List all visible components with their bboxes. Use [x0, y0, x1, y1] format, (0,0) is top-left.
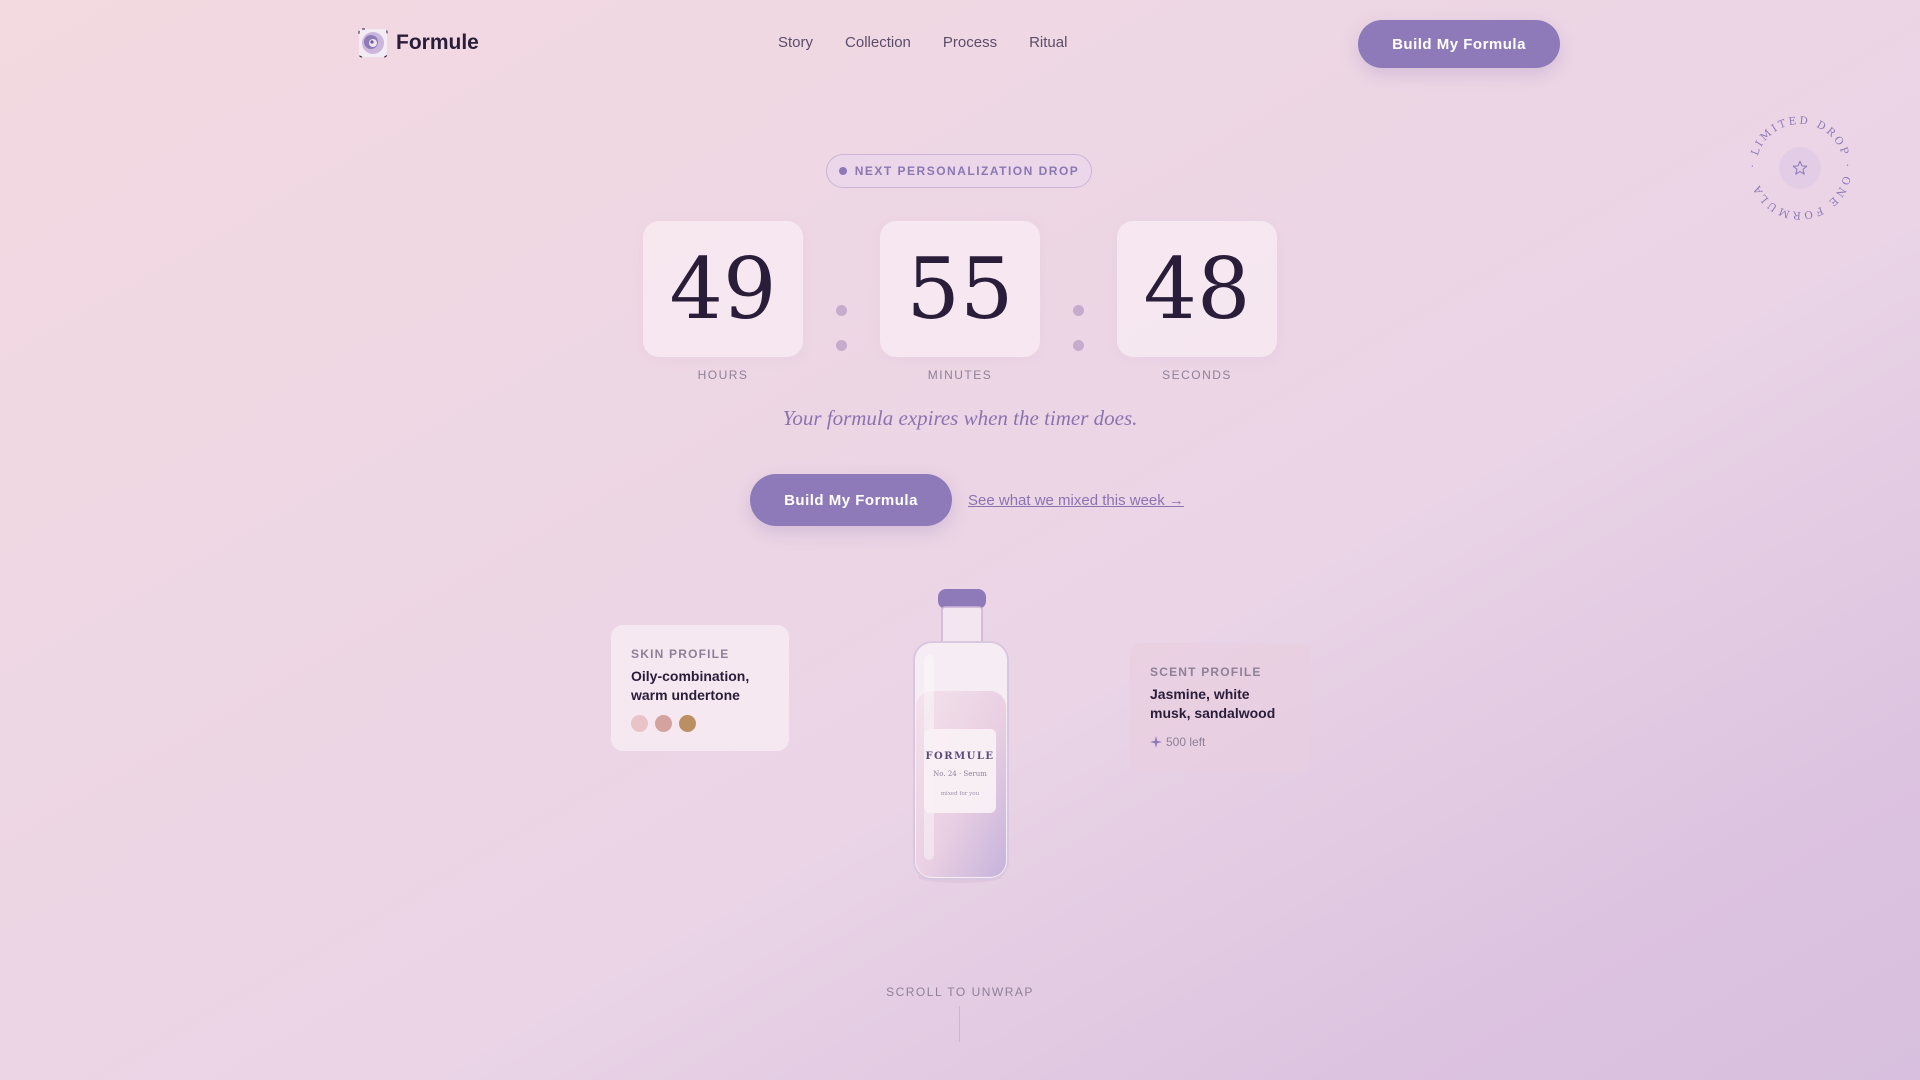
scent-profile-card: SCENT PROFILE Jasmine, white musk, sanda… — [1130, 643, 1310, 773]
hero-tagline: Your formula expires when the timer does… — [782, 406, 1138, 430]
skin-profile-card: SKIN PROFILE Oily-combination, warm unde… — [611, 625, 789, 751]
brand-logo[interactable]: Formule — [358, 28, 479, 58]
timer-hours-box: 49 — [643, 221, 803, 357]
skin-profile-line: warm undertone — [631, 687, 740, 703]
skin-profile-line: Oily-combination, — [631, 668, 750, 684]
scent-profile-label: SCENT PROFILE — [1150, 665, 1262, 679]
serum-bottle-illustration: FORMULE No. 24 · Serum mixed for you — [913, 589, 1009, 883]
skin-tone-swatches — [631, 715, 769, 732]
timer-minutes-box: 55 — [880, 221, 1040, 357]
timer-separator-dot — [1073, 305, 1084, 316]
timer-minutes-value: 55 — [906, 240, 1014, 338]
logo-mark-icon — [358, 28, 388, 58]
bottle-brand-text: FORMULE — [925, 751, 994, 762]
see-weekly-mix-link[interactable]: See what we mixed this week → — [968, 492, 1184, 509]
timer-separator-dot — [836, 340, 847, 351]
main-nav: Story Collection Process Ritual — [778, 34, 1067, 51]
build-formula-button[interactable]: Build My Formula — [750, 474, 952, 526]
timer-seconds-value: 48 — [1143, 240, 1251, 338]
next-drop-label: NEXT PERSONALIZATION DROP — [854, 164, 1080, 178]
nav-item-ritual[interactable]: Ritual — [1029, 34, 1067, 51]
skin-profile-label: SKIN PROFILE — [631, 647, 730, 661]
bottle-number-text: No. 24 · Serum — [933, 770, 987, 778]
skin-swatch[interactable] — [679, 715, 696, 732]
sparkle-icon — [1150, 736, 1162, 748]
skin-profile-text: Oily-combination, warm undertone — [631, 667, 769, 705]
timer-hours-value: 49 — [669, 240, 777, 338]
stock-remaining: 500 left — [1150, 735, 1290, 749]
nav-item-process[interactable]: Process — [943, 34, 997, 51]
star-icon — [1792, 160, 1808, 175]
status-dot-icon — [838, 167, 847, 175]
nav-item-story[interactable]: Story — [778, 34, 813, 51]
badge-center — [1779, 147, 1821, 189]
skin-swatch[interactable] — [655, 715, 672, 732]
stock-remaining-text: 500 left — [1166, 735, 1206, 749]
skin-swatch[interactable] — [631, 715, 648, 732]
timer-seconds-box: 48 — [1117, 221, 1277, 357]
timer-separator-dot — [836, 305, 847, 316]
scroll-cue-label: SCROLL TO UNWRAP — [886, 985, 1034, 999]
scent-profile-line: musk, sandalwood — [1150, 705, 1276, 721]
next-drop-pill: NEXT PERSONALIZATION DROP — [826, 154, 1092, 188]
scent-profile-text: Jasmine, white musk, sandalwood — [1150, 685, 1290, 723]
bottle-note-text: mixed for you — [941, 791, 980, 797]
scent-profile-line: Jasmine, white — [1150, 686, 1250, 702]
header-build-formula-button[interactable]: Build My Formula — [1358, 20, 1560, 68]
scroll-cue-line — [959, 1006, 960, 1042]
timer-seconds-label: SECONDS — [1162, 368, 1232, 382]
timer-minutes-label: MINUTES — [927, 368, 993, 382]
brand-name: Formule — [396, 31, 479, 54]
nav-item-collection[interactable]: Collection — [845, 34, 911, 51]
timer-hours-label: HOURS — [697, 368, 749, 382]
timer-separator-dot — [1073, 340, 1084, 351]
